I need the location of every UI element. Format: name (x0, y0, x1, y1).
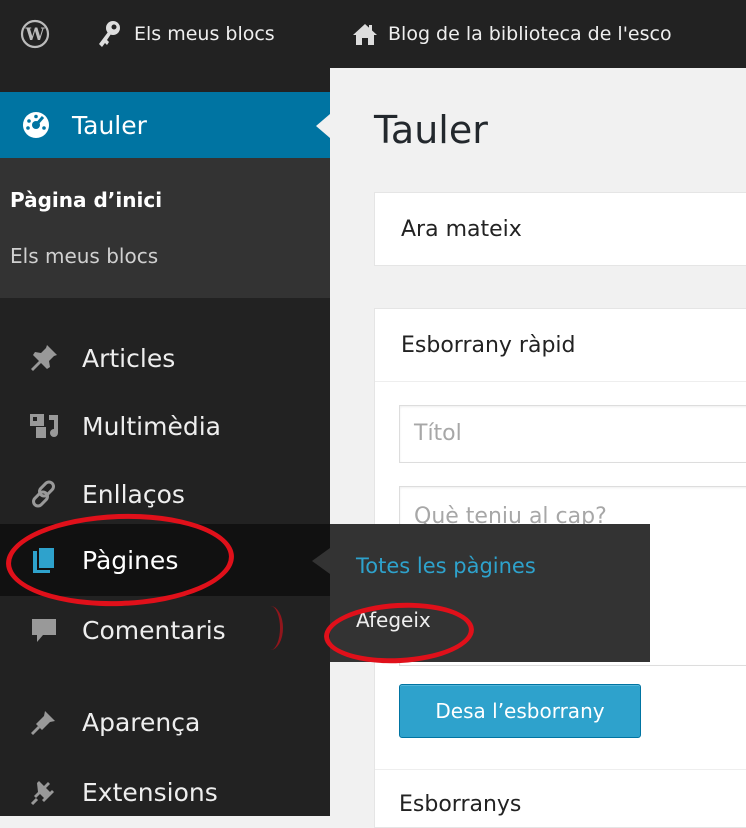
sidebar-item-label: Enllaços (82, 479, 185, 509)
wordpress-logo-icon[interactable]: W (20, 0, 50, 68)
current-menu-pointer (316, 114, 330, 138)
drafts-heading: Esborranys (399, 792, 522, 817)
save-draft-button[interactable]: Desa l’esborrany (399, 684, 641, 738)
flyout-pointer (312, 548, 330, 574)
sidebar-item-label: Tauler (72, 110, 147, 140)
at-a-glance-widget: Ara mateix (374, 192, 746, 266)
comment-icon (22, 610, 66, 650)
sidebar-item-label: Articles (82, 343, 176, 373)
link-icon (22, 474, 66, 514)
widget-title[interactable]: Esborrany ràpid (401, 333, 576, 358)
media-icon (22, 406, 66, 446)
sidebar-item-plugins[interactable]: Extensions (0, 764, 330, 820)
sidebar-item-links[interactable]: Enllaços (0, 466, 330, 522)
widget-divider (375, 381, 746, 382)
svg-text:W: W (24, 25, 45, 45)
sidebar-item-label: Multimèdia (82, 411, 221, 441)
submenu-item-my-sites[interactable]: Els meus blocs (10, 244, 158, 268)
site-name-label: Blog de la biblioteca de l'esco (388, 23, 672, 45)
sidebar-item-media[interactable]: Multimèdia (0, 398, 330, 454)
admin-bar: W Els meus blocs Blog de la biblioteca d… (0, 0, 746, 68)
my-sites-label: Els meus blocs (134, 23, 275, 45)
draft-title-input[interactable]: Títol (399, 405, 746, 463)
my-sites-menu[interactable]: Els meus blocs (96, 0, 275, 68)
sidebar-item-label: Aparença (82, 707, 201, 737)
annotation-stroke (258, 606, 283, 650)
submenu-item-home[interactable]: Pàgina d’inici (10, 188, 162, 212)
flyout-item-all-pages[interactable]: Totes les pàgines (356, 554, 536, 578)
sidebar-item-articles[interactable]: Articles (0, 330, 330, 386)
wrench-key-icon (96, 20, 122, 48)
dashboard-icon (14, 105, 58, 145)
page-title: Tauler (374, 108, 488, 152)
site-name-menu[interactable]: Blog de la biblioteca de l'esco (352, 0, 672, 68)
widget-title[interactable]: Ara mateix (401, 217, 522, 242)
paintbrush-icon (22, 702, 66, 742)
pushpin-icon (22, 338, 66, 378)
sidebar-item-dashboard[interactable]: Tauler (0, 92, 330, 158)
plugin-icon (22, 772, 66, 812)
input-placeholder: Títol (414, 421, 462, 446)
home-icon (352, 22, 378, 46)
sidebar-item-label: Comentaris (82, 615, 226, 645)
sidebar-item-appearance[interactable]: Aparença (0, 694, 330, 750)
dashboard-submenu: Pàgina d’inici Els meus blocs (0, 158, 330, 298)
widget-divider (375, 769, 746, 770)
sidebar-item-label: Extensions (82, 777, 218, 807)
